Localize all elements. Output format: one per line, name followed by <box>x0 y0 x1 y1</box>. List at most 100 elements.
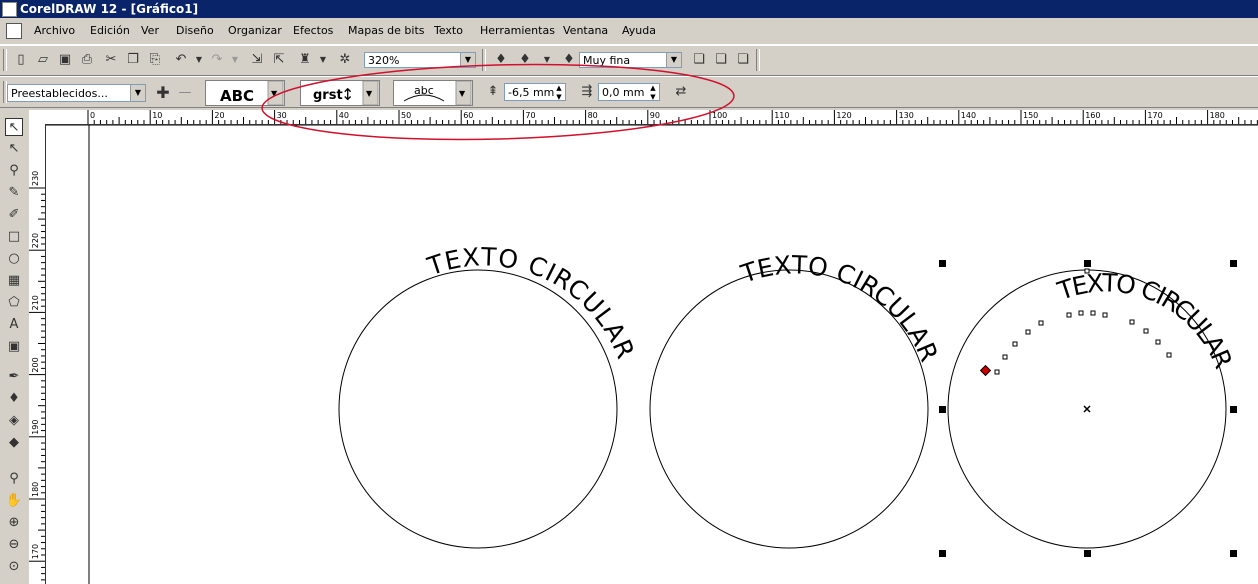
zoom-to-page-icon[interactable]: ⊙ <box>5 558 23 576</box>
menu-ver[interactable]: Ver <box>141 24 159 37</box>
selection-handle[interactable] <box>939 550 946 557</box>
outline-color-icon[interactable]: ♦ <box>516 51 534 69</box>
ruler-label: 130 <box>899 111 914 120</box>
text-on-circle-1[interactable]: TEXTO CIRCULAR <box>338 242 640 549</box>
chevron-down-icon[interactable]: ▼ <box>666 53 681 67</box>
menu-herramientas[interactable]: Herramientas <box>480 24 555 37</box>
undo-dropdown-icon[interactable]: ▼ <box>190 51 208 69</box>
ruler-label: 110 <box>774 111 789 120</box>
chevron-down-icon[interactable]: ▼ <box>130 85 145 101</box>
outline-pen-icon[interactable]: ♦ <box>492 51 510 69</box>
zoom-levels-combo[interactable]: 320% ▼ <box>364 52 476 68</box>
redo-icon[interactable]: ↷ <box>208 51 226 69</box>
document-icon[interactable] <box>6 23 22 39</box>
new-document-icon[interactable]: ▯ <box>12 51 30 69</box>
paste-icon[interactable]: ⎘ <box>146 51 164 69</box>
menu-organizar[interactable]: Organizar <box>228 24 282 37</box>
outline-dropdown-icon[interactable]: ▼ <box>538 51 556 69</box>
menu-texto[interactable]: Texto <box>434 24 463 37</box>
hand-tool-icon[interactable]: ✋ <box>5 492 23 510</box>
rectangle-tool-icon[interactable]: □ <box>5 228 23 246</box>
export-icon[interactable]: ⇱ <box>270 51 288 69</box>
convert-text-icon[interactable]: ❏ <box>734 51 752 69</box>
ruler-label: 0 <box>90 111 95 120</box>
menu-diseno[interactable]: Diseño <box>176 24 214 37</box>
copy-icon[interactable]: ❐ <box>124 51 142 69</box>
menu-mapas-de-bits[interactable]: Mapas de bits <box>348 24 425 37</box>
interactive-fill-tool-icon[interactable]: ◆ <box>5 434 23 452</box>
interactive-blend-tool-icon[interactable]: ▣ <box>5 338 23 356</box>
smart-drawing-tool-icon[interactable]: ✐ <box>5 206 23 224</box>
corel-online-icon[interactable]: ✲ <box>336 51 354 69</box>
text-to-path-icon[interactable]: ❏ <box>712 51 730 69</box>
selection-handle[interactable] <box>1230 550 1237 557</box>
selection-handle[interactable] <box>1084 550 1091 557</box>
remove-preset-icon[interactable]: — <box>176 84 194 102</box>
vertical-ruler[interactable]: 230 220 210 200 190 180 170 <box>29 124 46 584</box>
add-preset-icon[interactable]: ✚ <box>154 84 172 102</box>
application-launcher-icon[interactable]: ♜ <box>296 51 314 69</box>
ruler-label: 220 <box>31 233 40 248</box>
distance-from-path-field[interactable]: -6,5 mm ▲ ▼ <box>504 83 566 101</box>
zoom-tool-icon[interactable]: ⚲ <box>5 162 23 180</box>
text-on-circle-2[interactable]: TEXTO CIRCULAR <box>649 250 944 549</box>
vertical-placement-preview[interactable]: grst ↕ ▼ <box>300 80 380 106</box>
spinner-icon[interactable]: ▲ ▼ <box>553 84 565 102</box>
ruler-label: 210 <box>31 295 40 310</box>
selection-handle[interactable] <box>939 406 946 413</box>
menu-ventana[interactable]: Ventana <box>563 24 608 37</box>
ellipse-tool-icon[interactable]: ○ <box>5 250 23 268</box>
outline-tool-icon[interactable]: ♦ <box>5 390 23 408</box>
horizontal-ruler[interactable]: 0 10 20 30 40 50 60 70 80 90 100 110 120 130 140 150 160… <box>45 110 1258 125</box>
eyedropper-tool-icon[interactable]: ✒ <box>5 368 23 386</box>
basic-shapes-tool-icon[interactable]: ⬠ <box>5 294 23 312</box>
abc-placement-preview: abc ▼ <box>403 80 472 106</box>
freehand-tool-icon[interactable]: ✎ <box>5 184 23 202</box>
pick-tool-icon[interactable]: ↖ <box>5 118 23 136</box>
center-x-marker <box>1083 405 1091 413</box>
text-properties-icon[interactable]: ❏ <box>690 51 708 69</box>
undo-icon[interactable]: ↶ <box>172 51 190 69</box>
chevron-down-icon[interactable]: ▼ <box>460 53 475 67</box>
zoom-out-icon[interactable]: ⚲ <box>5 470 23 488</box>
menu-archivo[interactable]: Archivo <box>34 24 75 37</box>
open-icon[interactable]: ▱ <box>34 51 52 69</box>
cut-icon[interactable]: ✂ <box>102 51 120 69</box>
selection-handle[interactable] <box>1230 406 1237 413</box>
presets-combo[interactable]: Preestablecidos... ▼ <box>7 84 146 102</box>
grst-vertical-preview: grst ↕ ▼ <box>313 80 379 106</box>
menu-efectos[interactable]: Efectos <box>293 24 333 37</box>
horizontal-offset-value: 0,0 mm <box>602 86 645 99</box>
drawing-canvas[interactable]: TEXTO CIRCULAR TEXTO CIRCULAR TEXTO CIRC… <box>46 125 1258 584</box>
horizontal-offset-field[interactable]: 0,0 mm ▲ ▼ <box>598 83 660 101</box>
spinner-icon[interactable]: ▲ ▼ <box>647 84 659 102</box>
fill-tool-icon[interactable]: ◈ <box>5 412 23 430</box>
svg-text:▼: ▼ <box>459 89 466 98</box>
start-node-marker[interactable] <box>979 364 992 377</box>
ruler-label: 90 <box>650 111 660 120</box>
selection-handle[interactable] <box>1084 260 1091 267</box>
mirror-text-icon[interactable]: ⇄ <box>672 83 690 101</box>
menu-edicion[interactable]: Edición <box>90 24 130 37</box>
save-icon[interactable]: ▣ <box>56 51 74 69</box>
print-icon[interactable]: ⎙ <box>78 51 96 69</box>
zoom-in-icon[interactable]: ⊕ <box>5 514 23 532</box>
outline-width-icon[interactable]: ♦ <box>560 51 578 69</box>
import-icon[interactable]: ⇲ <box>248 51 266 69</box>
ruler-origin[interactable] <box>29 110 46 125</box>
ruler-label: 70 <box>525 111 535 120</box>
text-tool-icon[interactable]: A <box>5 316 23 334</box>
text-orientation-preview[interactable]: ABC ▼ <box>205 80 285 106</box>
launcher-dropdown-icon[interactable]: ▼ <box>314 51 332 69</box>
redo-dropdown-icon[interactable]: ▼ <box>226 51 244 69</box>
zoom-minus-icon[interactable]: ⊖ <box>5 536 23 554</box>
shape-tool-icon[interactable]: ↖ <box>5 140 23 158</box>
text-on-circle-3-selected[interactable]: TEXTO CIRCULAR <box>939 260 1239 557</box>
selection-handle[interactable] <box>939 260 946 267</box>
menu-ayuda[interactable]: Ayuda <box>622 24 656 37</box>
ruler-label: 180 <box>31 482 40 497</box>
outline-width-combo[interactable]: Muy fina ▼ <box>579 52 682 68</box>
selection-handle[interactable] <box>1230 260 1237 267</box>
graph-paper-tool-icon[interactable]: ▦ <box>5 272 23 290</box>
text-placement-preview[interactable]: abc ▼ <box>393 80 473 106</box>
